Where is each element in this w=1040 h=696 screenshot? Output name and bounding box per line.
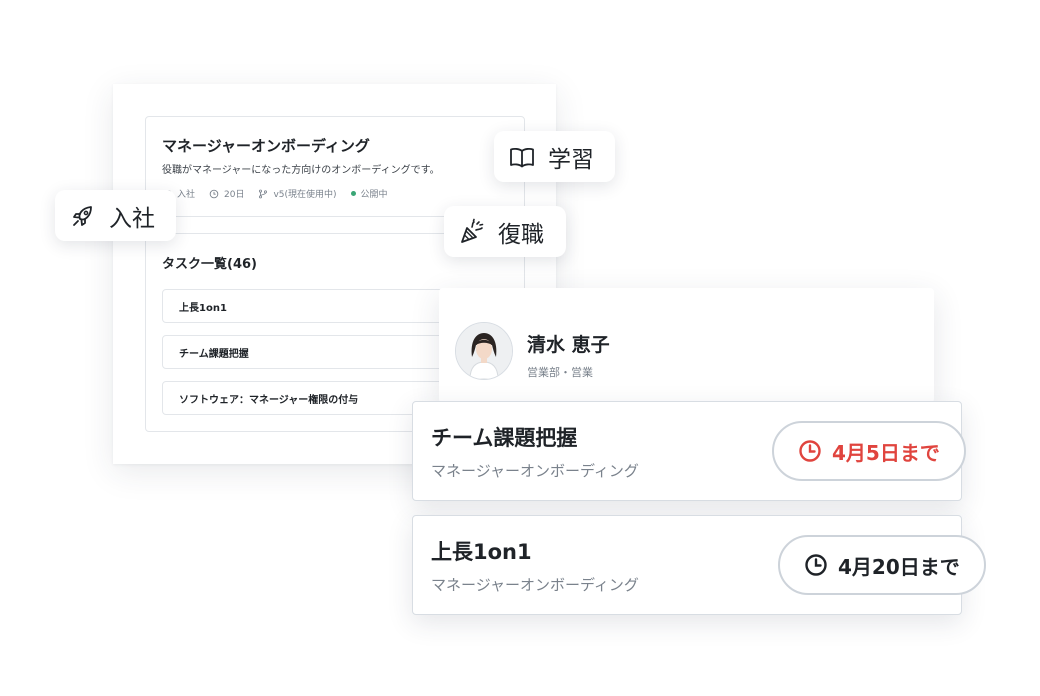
- rocket-icon: [73, 205, 92, 226]
- task-card-title: 上長1on1: [431, 540, 532, 564]
- meta-status: 公開中: [350, 187, 388, 200]
- avatar-photo: [456, 323, 512, 379]
- person-name: 清水 恵子: [527, 334, 610, 356]
- clock-icon: [209, 189, 219, 198]
- person-card[interactable]: 清水 恵子 営業部・営業: [439, 288, 934, 403]
- task-card-title: チーム課題把握: [431, 426, 578, 450]
- meta-version-label: v5(現在使用中): [273, 190, 337, 200]
- due-date-label: 4月5日まで: [832, 440, 940, 465]
- avatar: [455, 322, 513, 380]
- meta-days-label: 20日: [224, 190, 245, 200]
- chip-learning[interactable]: 学習: [494, 131, 615, 182]
- program-title: マネージャーオンボーディング: [162, 137, 370, 155]
- chip-joining[interactable]: 入社: [55, 190, 176, 241]
- chip-return[interactable]: 復職: [444, 206, 566, 257]
- person-department: 営業部・営業: [527, 366, 593, 379]
- clock-icon: [805, 554, 827, 576]
- meta-category-label: 入社: [177, 190, 196, 200]
- task-card-program: マネージャーオンボーディング: [431, 462, 639, 480]
- chip-return-label: 復職: [498, 221, 544, 248]
- due-date-label: 4月20日まで: [838, 554, 960, 579]
- branch-icon: [259, 189, 268, 198]
- task-card-program: マネージャーオンボーディング: [431, 576, 639, 594]
- book-icon: [510, 147, 534, 167]
- status-dot: [350, 191, 356, 196]
- clock-icon: [799, 440, 821, 462]
- due-date-badge: 4月20日まで: [778, 535, 986, 595]
- meta-status-label: 公開中: [360, 190, 388, 200]
- chip-joining-label: 入社: [109, 205, 155, 232]
- task-list-heading: タスク一覧(46): [162, 257, 257, 272]
- chip-learning-label: 学習: [548, 146, 594, 173]
- party-popper-icon: [461, 218, 484, 243]
- meta-days: 20日: [209, 187, 244, 200]
- due-date-badge: 4月5日まで: [772, 421, 966, 481]
- meta-version: v5(現在使用中): [258, 187, 337, 200]
- program-meta: 入社 20日 v5(現在使用中) 公開中: [162, 187, 388, 200]
- program-description: 役職がマネージャーになった方向けのオンボーディングです。: [162, 165, 440, 176]
